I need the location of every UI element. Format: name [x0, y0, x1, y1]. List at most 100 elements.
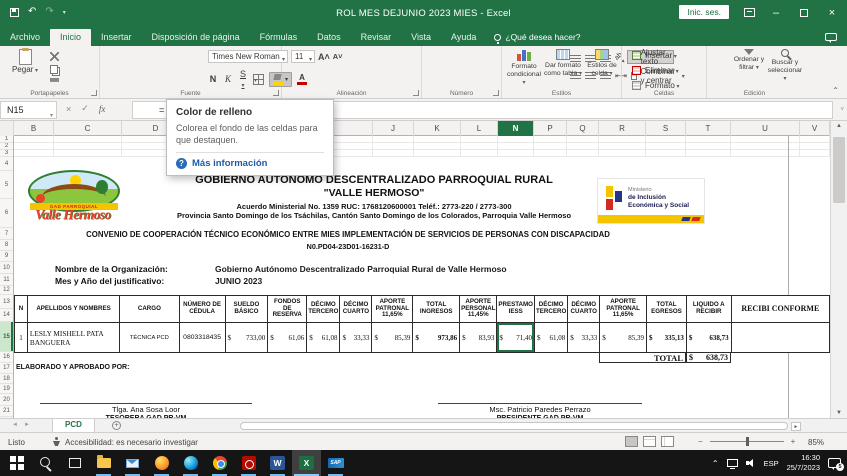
insert-function-icon[interactable]: fx — [99, 104, 106, 114]
sort-filter-button[interactable]: Ordenar y filtrar — [731, 49, 767, 72]
font-dialog-launcher-icon[interactable] — [273, 90, 279, 96]
format-cells-button[interactable]: Formato — [632, 81, 679, 90]
format-painter-icon[interactable] — [50, 78, 59, 82]
tell-me[interactable]: ¿Qué desea hacer? — [494, 32, 580, 46]
column-header-B[interactable]: B — [14, 121, 54, 136]
tab-datos[interactable]: Datos — [307, 29, 351, 46]
close-button[interactable]: × — [817, 0, 847, 26]
accessibility-icon[interactable] — [52, 437, 61, 446]
taskbar-sap-button[interactable]: SAP — [321, 450, 350, 476]
table-cell-12[interactable]: $61,08 — [535, 323, 568, 353]
taskbar-excel-button[interactable]: X — [292, 450, 321, 476]
tab-inicio[interactable]: Inicio — [50, 29, 91, 46]
delete-cells-button[interactable]: Eliminar — [632, 66, 679, 75]
comments-icon[interactable] — [825, 33, 837, 41]
table-col-header-13[interactable]: DÉCIMO CUARTO — [568, 296, 600, 323]
bold-button[interactable]: N — [208, 74, 218, 84]
format-as-table-button[interactable]: Dar formato como tabla — [544, 49, 582, 78]
active-cell-n15[interactable]: $71,40 — [497, 323, 535, 353]
column-header-N[interactable]: N — [498, 121, 534, 136]
sheet-tab-pcd[interactable]: PCD — [52, 419, 95, 433]
paste-button[interactable]: Pegar — [7, 49, 43, 74]
table-cell-2[interactable]: TÉCNICA PCD — [120, 323, 179, 353]
row-header-15[interactable]: 15 — [0, 322, 13, 352]
taskbar-chrome-button[interactable] — [205, 450, 234, 476]
zoom-slider-thumb[interactable] — [746, 437, 749, 446]
row-header-10[interactable]: 10 — [0, 262, 13, 274]
language-indicator[interactable]: ESP — [764, 459, 779, 468]
row-header-18[interactable]: 18 — [0, 374, 13, 384]
table-col-header-11[interactable]: PRESTAMO IESS — [497, 296, 535, 323]
zoom-slider[interactable] — [710, 441, 784, 442]
collapse-ribbon-icon[interactable]: ⌃ — [832, 86, 839, 95]
row-header-2[interactable]: 2 — [0, 143, 13, 150]
page-break-view-icon[interactable] — [661, 436, 674, 447]
tooltip-more-link[interactable]: ? Más información — [176, 158, 324, 169]
underline-button[interactable]: S — [238, 69, 248, 89]
maximize-button[interactable] — [789, 0, 819, 26]
tab-revisar[interactable]: Revisar — [351, 29, 402, 46]
row-header-8[interactable]: 8 — [0, 240, 13, 251]
zoom-in-icon[interactable]: + — [791, 437, 796, 446]
column-header-V[interactable]: V — [800, 121, 830, 136]
row-header-19[interactable]: 19 — [0, 384, 13, 394]
row-header-14[interactable]: 14 — [0, 309, 13, 322]
scroll-up-icon[interactable]: ▲ — [831, 123, 847, 129]
column-header-U[interactable]: U — [731, 121, 800, 136]
table-cell-10[interactable]: $83,93 — [460, 323, 497, 353]
normal-view-icon[interactable] — [625, 436, 638, 447]
row-header-13[interactable]: 13 — [0, 295, 13, 309]
row-header-12[interactable]: 12 — [0, 286, 13, 295]
row-header-6[interactable]: 6 — [0, 199, 13, 228]
table-col-header-12[interactable]: DÉCIMO TERCERO — [535, 296, 568, 323]
table-cell-13[interactable]: $33,33 — [568, 323, 600, 353]
tab-insertar[interactable]: Insertar — [91, 29, 142, 46]
taskbar-firefox-button[interactable] — [147, 450, 176, 476]
find-select-button[interactable]: Buscar y seleccionar — [767, 49, 803, 83]
italic-button[interactable]: K — [223, 74, 233, 84]
table-cell-9[interactable]: $973,86 — [413, 323, 460, 353]
taskbar-word-button[interactable]: W — [263, 450, 292, 476]
table-col-header-5[interactable]: FONDOS DE RESERVA — [268, 296, 307, 323]
column-header-L[interactable]: L — [461, 121, 498, 136]
borders-icon[interactable] — [253, 74, 264, 85]
table-col-header-15[interactable]: TOTAL EGRESOS — [647, 296, 687, 323]
clock[interactable]: 16:30 25/7/2023 — [787, 453, 820, 473]
name-box[interactable]: N15▾ — [0, 101, 57, 119]
table-cell-4[interactable]: $733,00 — [225, 323, 268, 353]
row-header-22[interactable]: 22 — [0, 417, 13, 418]
table-cell-14[interactable]: $85,39 — [600, 323, 647, 353]
row-header-4[interactable]: 4 — [0, 157, 13, 171]
taskbar-mail-button[interactable] — [118, 450, 147, 476]
cut-icon[interactable] — [50, 52, 59, 61]
table-cell-8[interactable]: $85,39 — [372, 323, 413, 353]
tab-ayuda[interactable]: Ayuda — [441, 29, 486, 46]
column-header-J[interactable]: J — [373, 121, 414, 136]
table-cell-0[interactable]: 1 — [15, 323, 28, 353]
row-header-3[interactable]: 3 — [0, 150, 13, 157]
taskbar-acrobat-button[interactable] — [234, 450, 263, 476]
tab-vista[interactable]: Vista — [401, 29, 441, 46]
table-col-header-1[interactable]: APELLIDOS Y NOMBRES — [27, 296, 119, 323]
table-cell-15[interactable]: $335,13 — [647, 323, 687, 353]
add-sheet-icon[interactable]: + — [112, 421, 121, 430]
column-header-S[interactable]: S — [646, 121, 686, 136]
taskbar-search-button[interactable] — [31, 450, 60, 476]
table-col-header-3[interactable]: NÚMERO DE CÉDULA — [179, 296, 225, 323]
page-layout-view-icon[interactable] — [643, 436, 656, 447]
zoom-out-icon[interactable]: − — [698, 437, 703, 446]
row-header-9[interactable]: 9 — [0, 251, 13, 262]
column-header-Q[interactable]: Q — [567, 121, 599, 136]
column-header-P[interactable]: P — [534, 121, 567, 136]
sign-in-button[interactable]: Inic. ses. — [679, 5, 729, 19]
taskbar-edge-button[interactable] — [176, 450, 205, 476]
column-header-R[interactable]: R — [599, 121, 646, 136]
alignment-dialog-launcher-icon[interactable] — [413, 90, 419, 96]
table-cell-5[interactable]: $61,06 — [268, 323, 307, 353]
scroll-right-icon[interactable]: ► — [791, 422, 801, 431]
table-cell-1[interactable]: LESLY MISHELL PATA BANGUERA — [27, 323, 119, 353]
row-header-11[interactable]: 11 — [0, 274, 13, 286]
table-col-header-2[interactable]: CARGO — [120, 296, 179, 323]
font-name-select[interactable]: Times New Roman▾ — [208, 50, 288, 63]
row-header-5[interactable]: 5 — [0, 171, 13, 199]
